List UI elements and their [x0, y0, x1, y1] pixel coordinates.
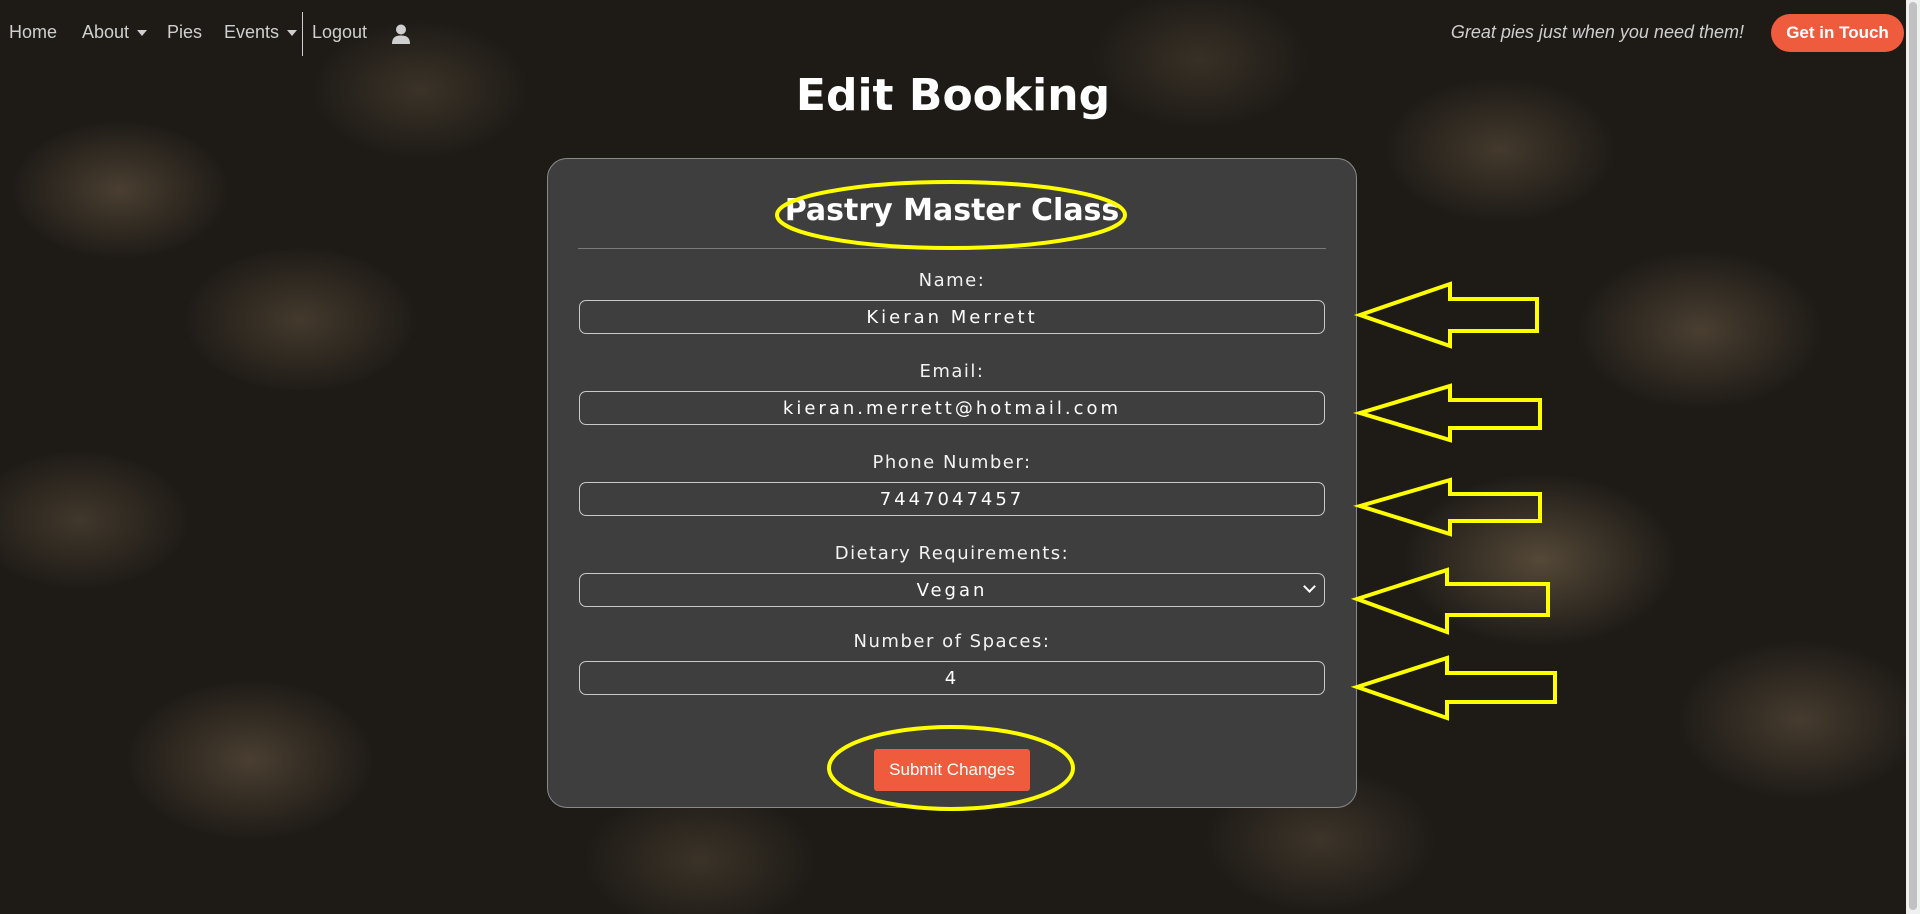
- dietary-select[interactable]: Vegan: [579, 573, 1325, 607]
- nav-events[interactable]: Events: [224, 22, 298, 43]
- nav-logout[interactable]: Logout: [312, 22, 367, 43]
- nav-home[interactable]: Home: [9, 22, 57, 43]
- edit-booking-form: Pastry Master Class Name: Email: Phone N…: [547, 158, 1357, 808]
- submit-changes-button[interactable]: Submit Changes: [874, 749, 1030, 791]
- get-in-touch-button[interactable]: Get in Touch: [1771, 14, 1904, 52]
- scrollbar-thumb[interactable]: [1909, 2, 1917, 910]
- nav-about[interactable]: About: [82, 22, 148, 43]
- navbar: Home About Pies Events Logout Great pies…: [0, 0, 1906, 66]
- spaces-label: Number of Spaces:: [853, 631, 1051, 652]
- nav-about-label: About: [82, 22, 130, 42]
- nav-divider: [302, 12, 303, 56]
- tagline: Great pies just when you need them!: [1450, 22, 1744, 42]
- caret-down-icon: [137, 30, 148, 37]
- name-field[interactable]: [579, 300, 1325, 334]
- divider: [578, 248, 1326, 249]
- phone-label: Phone Number:: [872, 452, 1032, 473]
- email-label: Email:: [919, 361, 985, 382]
- phone-field[interactable]: [579, 482, 1325, 516]
- dietary-label: Dietary Requirements:: [834, 543, 1070, 564]
- dietary-selected-value: Vegan: [916, 579, 988, 601]
- name-label: Name:: [918, 270, 986, 291]
- nav-events-label: Events: [224, 22, 280, 42]
- email-field[interactable]: [579, 391, 1325, 425]
- event-title: Pastry Master Class: [784, 193, 1120, 228]
- spaces-field[interactable]: [579, 661, 1325, 695]
- user-icon[interactable]: [392, 24, 410, 48]
- caret-down-icon: [287, 30, 298, 37]
- page-title: Edit Booking: [795, 70, 1111, 121]
- nav-pies[interactable]: Pies: [167, 22, 202, 43]
- scrollbar[interactable]: [1906, 0, 1920, 914]
- chevron-down-icon: [1303, 580, 1316, 593]
